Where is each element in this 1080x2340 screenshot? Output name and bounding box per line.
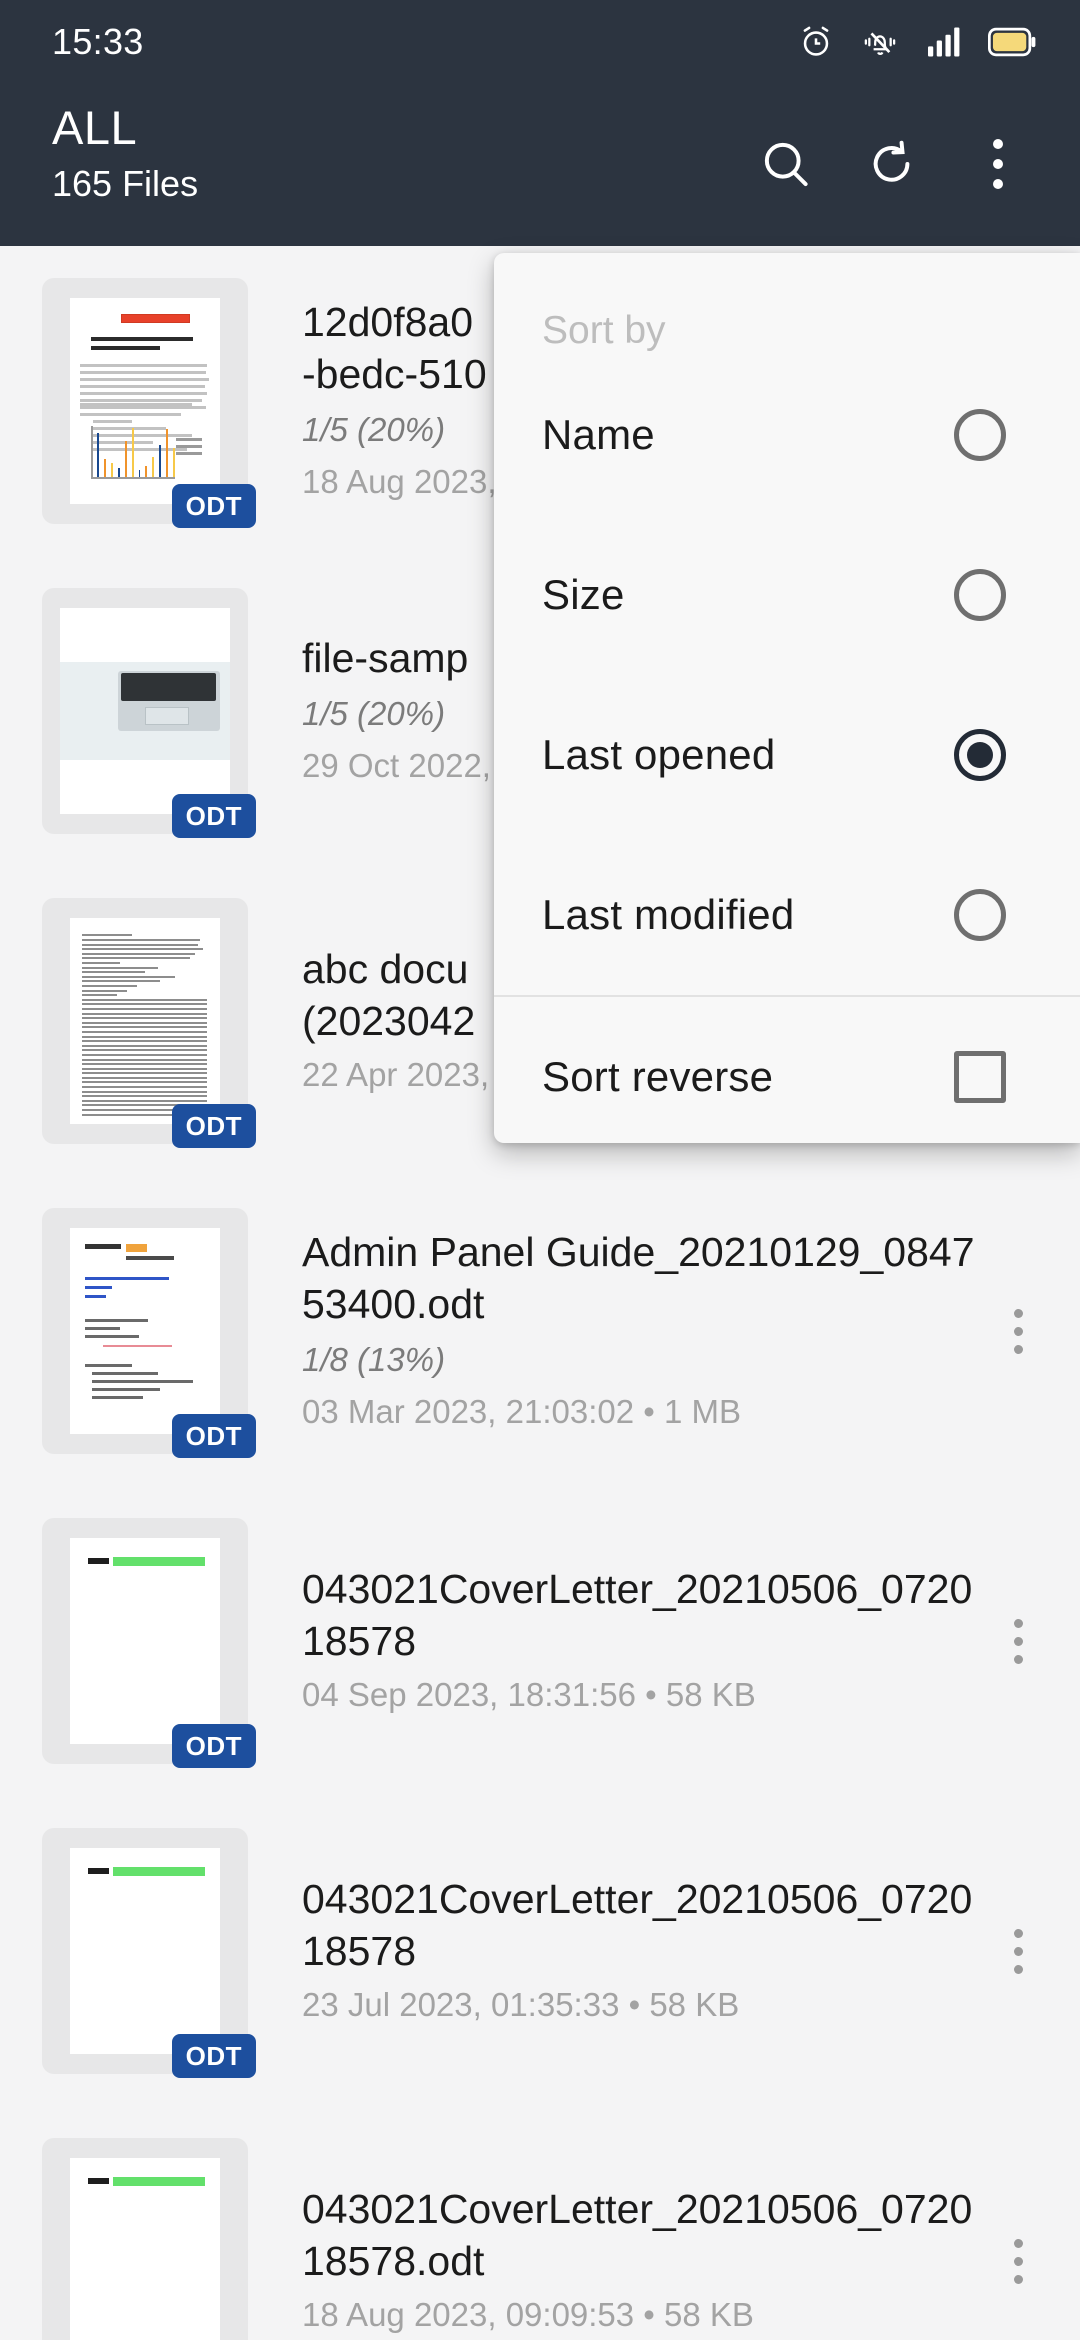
file-name: 043021CoverLetter_20210506_072018578 <box>302 1566 973 1664</box>
vibrate-muted-icon <box>860 24 900 60</box>
checkbox-sort-reverse[interactable] <box>954 1051 1006 1103</box>
toolbar-actions <box>738 116 1046 212</box>
file-thumbnail: ODT <box>42 1828 256 2078</box>
overflow-menu-icon <box>993 139 1003 189</box>
file-name: Admin Panel Guide_20210129_084753400.odt <box>302 1229 975 1327</box>
list-item[interactable]: ODT Admin Panel Guide_20210129_084753400… <box>0 1176 1080 1486</box>
refresh-button[interactable] <box>844 116 940 212</box>
row-overflow-icon[interactable] <box>990 1928 1046 1974</box>
file-thumbnail: ODT <box>42 1518 256 1768</box>
row-overflow-icon[interactable] <box>990 2238 1046 2284</box>
file-type-badge: ODT <box>171 1104 256 1148</box>
file-thumbnail: ODT <box>42 898 256 1148</box>
file-thumbnail: ODT <box>42 1208 256 1458</box>
sort-option-size[interactable]: Size <box>494 515 1080 675</box>
radio-button-last-modified[interactable] <box>954 889 1006 941</box>
radio-button-name[interactable] <box>954 409 1006 461</box>
file-meta: 043021CoverLetter_20210506_072018578.odt… <box>248 2183 990 2339</box>
file-thumbnail: ODT <box>42 588 256 838</box>
sort-option-name[interactable]: Name <box>494 355 1080 515</box>
sort-menu-header: Sort by <box>542 309 666 352</box>
list-item[interactable]: ODT 043021CoverLetter_20210506_072018578… <box>0 1796 1080 2106</box>
sort-by-menu[interactable]: Sort by Name Size Last opened Last modif… <box>494 253 1080 1143</box>
status-icons <box>798 24 1036 60</box>
battery-icon <box>988 27 1036 57</box>
file-meta: 043021CoverLetter_20210506_072018578 04 … <box>248 1563 990 1719</box>
radio-button-size[interactable] <box>954 569 1006 621</box>
file-subtitle: 18 Aug 2023, 09:09:53 • 58 KB <box>302 2296 754 2333</box>
file-meta: 043021CoverLetter_20210506_072018578 23 … <box>248 1873 990 2029</box>
list-item[interactable]: ODT 043021CoverLetter_20210506_072018578… <box>0 1486 1080 1796</box>
file-manager-screen: 15:33 ALL 165 Files ODT 12d0f8a0 -bedc-5… <box>0 0 1080 2340</box>
page-title: ALL <box>52 101 138 154</box>
search-icon <box>758 136 814 192</box>
sort-option-last-opened[interactable]: Last opened <box>494 675 1080 835</box>
file-subtitle: 03 Mar 2023, 21:03:02 • 1 MB <box>302 1393 741 1430</box>
alarm-icon <box>798 24 834 60</box>
file-type-badge: ODT <box>171 1724 256 1768</box>
list-item[interactable]: ODT 043021CoverLetter_20210506_072018578… <box>0 2106 1080 2340</box>
row-overflow-icon[interactable] <box>990 1618 1046 1664</box>
file-type-badge: ODT <box>171 484 256 528</box>
file-subtitle: 04 Sep 2023, 18:31:56 • 58 KB <box>302 1676 756 1713</box>
file-subtitle: 23 Jul 2023, 01:35:33 • 58 KB <box>302 1986 740 2023</box>
file-meta: Admin Panel Guide_20210129_084753400.odt… <box>248 1226 990 1436</box>
refresh-icon <box>864 136 920 192</box>
file-count-label: 165 Files <box>52 163 199 204</box>
overflow-menu-button[interactable] <box>950 116 1046 212</box>
status-clock: 15:33 <box>52 21 144 62</box>
sort-option-label: Size <box>542 571 625 618</box>
sort-reverse-label: Sort reverse <box>542 1053 774 1100</box>
row-overflow-icon[interactable] <box>990 1308 1046 1354</box>
file-thumbnail: ODT <box>42 2138 248 2340</box>
sort-option-label: Last modified <box>542 891 795 938</box>
sort-reverse-item[interactable]: Sort reverse <box>494 997 1080 1143</box>
file-thumbnail: ODT <box>42 278 256 528</box>
file-type-badge: ODT <box>171 2034 256 2078</box>
status-bar: 15:33 <box>0 0 1080 84</box>
sort-option-last-modified[interactable]: Last modified <box>494 835 1080 995</box>
file-name: 043021CoverLetter_20210506_072018578.odt <box>302 2186 973 2284</box>
radio-button-last-opened[interactable] <box>954 729 1006 781</box>
file-name: 043021CoverLetter_20210506_072018578 <box>302 1876 973 1974</box>
signal-icon <box>926 26 962 58</box>
file-progress: 1/8 (13%) <box>302 1341 446 1378</box>
file-type-badge: ODT <box>171 794 256 838</box>
toolbar-title-block: ALL 165 Files <box>52 100 198 210</box>
app-toolbar: ALL 165 Files <box>0 84 1080 246</box>
file-type-badge: ODT <box>171 1414 256 1458</box>
sort-option-label: Last opened <box>542 731 776 778</box>
sort-option-label: Name <box>542 411 655 458</box>
search-button[interactable] <box>738 116 834 212</box>
